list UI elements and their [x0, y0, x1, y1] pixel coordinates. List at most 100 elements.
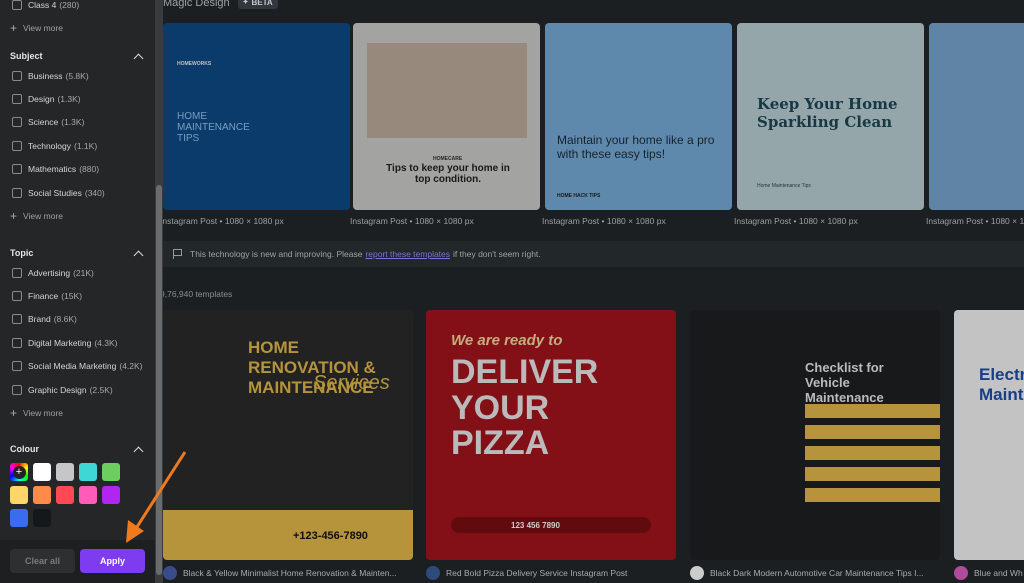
template-phone: +123-456-7890 — [293, 530, 368, 542]
view-more-label: View more — [23, 210, 64, 221]
template-title[interactable]: Black Dark Modern Automotive Car Mainten… — [690, 566, 924, 580]
colour-swatch[interactable] — [33, 463, 51, 481]
checkbox[interactable] — [12, 117, 22, 128]
option-label: Class 4 — [28, 0, 57, 10]
class-section: Class 4 (280) + View more — [10, 0, 145, 39]
checkbox[interactable] — [12, 94, 22, 105]
option-count: (5.8K) — [65, 70, 89, 81]
colour-swatch[interactable] — [56, 463, 74, 481]
option-count: (1.3K) — [57, 94, 81, 105]
creator-avatar[interactable] — [690, 566, 704, 580]
checkbox[interactable] — [12, 267, 22, 278]
checkbox[interactable] — [12, 384, 22, 395]
colour-swatch[interactable] — [33, 509, 51, 527]
checkbox[interactable] — [12, 0, 22, 10]
filter-option[interactable]: Graphic Design (2.5K) — [10, 378, 145, 401]
template-brand: HOMECARE — [433, 156, 463, 162]
option-label: Science — [28, 117, 59, 128]
creator-avatar[interactable] — [163, 566, 177, 580]
topic-header[interactable]: Topic — [10, 245, 145, 261]
magic-template-card[interactable]: HOME HACK TIPS Maintain your home like a … — [545, 23, 732, 210]
colour-swatch[interactable] — [33, 486, 51, 504]
template-brand: HOME HACK TIPS — [557, 193, 601, 199]
option-label: Finance — [28, 291, 59, 302]
magic-template-card[interactable]: HOMECARE Tips to keep your home in top co… — [353, 23, 540, 210]
checkbox[interactable] — [12, 361, 22, 372]
checkbox[interactable] — [12, 337, 22, 348]
filter-option[interactable]: Social Media Marketing (4.2K) — [10, 355, 145, 378]
colour-swatch[interactable] — [56, 486, 74, 504]
template-size-caption: Instagram Post • 1080 × 1080 px — [350, 216, 474, 226]
colour-swatch[interactable] — [102, 486, 120, 504]
template-footer-band — [163, 510, 413, 560]
filter-footer: Clear all Apply — [0, 540, 155, 583]
section-title: Magic Design — [163, 0, 230, 9]
filter-option[interactable]: Business (5.8K) — [10, 64, 145, 87]
clear-all-button[interactable]: Clear all — [10, 549, 75, 573]
magic-template-card[interactable]: HOMEWORKS HOME MAINTENANCE TIPS — [163, 23, 350, 210]
template-card[interactable]: Checklist for Vehicle Maintenance — [690, 310, 940, 560]
apply-button[interactable]: Apply — [80, 549, 145, 573]
template-title[interactable]: Black & Yellow Minimalist Home Renovatio… — [163, 566, 397, 580]
filter-option[interactable]: Science (1.3K) — [10, 111, 145, 134]
template-phone: 123 456 7890 — [511, 521, 560, 530]
checkbox[interactable] — [12, 314, 22, 325]
section-title: Subject — [10, 51, 43, 61]
magic-template-card[interactable]: Home Maintenance Tips Keep Your Home Spar… — [737, 23, 924, 210]
template-card[interactable]: HOME RENOVATION & MAINTENANCE Services +12… — [163, 310, 413, 560]
option-label: Digital Marketing — [28, 337, 92, 348]
subject-header[interactable]: Subject — [10, 48, 145, 64]
template-card[interactable]: Electric Mainte — [954, 310, 1024, 560]
colour-swatch[interactable] — [10, 486, 28, 504]
creator-avatar[interactable] — [954, 566, 968, 580]
template-title[interactable]: Red Bold Pizza Delivery Service Instagra… — [426, 566, 627, 580]
option-label: Mathematics — [28, 164, 77, 175]
filter-option[interactable]: Design (1.3K) — [10, 87, 145, 110]
filter-option[interactable]: Mathematics (880) — [10, 158, 145, 181]
chevron-up-icon[interactable] — [133, 250, 144, 260]
filter-option[interactable]: Class 4 (280) — [10, 0, 145, 16]
filter-option[interactable]: Finance (15K) — [10, 284, 145, 307]
filter-option[interactable]: Social Studies (340) — [10, 181, 145, 204]
filter-sidebar: Class 4 (280) + View more Subject Business… — [0, 0, 155, 583]
checkbox[interactable] — [12, 291, 22, 302]
checklist-row — [805, 467, 940, 481]
filter-option[interactable]: Technology (1.1K) — [10, 134, 145, 157]
colour-swatch[interactable] — [102, 463, 120, 481]
scrollbar-thumb[interactable] — [156, 185, 162, 575]
sidebar-scrollbar[interactable] — [155, 0, 163, 583]
plus-icon: + — [10, 208, 18, 223]
colour-swatch[interactable] — [10, 509, 28, 527]
view-more-button[interactable]: + View more — [10, 401, 145, 424]
checkbox[interactable] — [12, 164, 22, 175]
custom-colour-button[interactable]: + — [10, 463, 28, 481]
checkbox[interactable] — [12, 140, 22, 151]
template-card[interactable]: DELIVER YOUR PIZZA We are ready to 123 456… — [426, 310, 676, 560]
colour-swatch[interactable] — [79, 486, 97, 504]
checkbox[interactable] — [12, 70, 22, 81]
option-label: Brand — [28, 314, 51, 325]
chevron-up-icon[interactable] — [133, 446, 144, 456]
beta-label: BETA — [251, 0, 273, 7]
option-count: (15K) — [61, 291, 83, 302]
template-title[interactable]: Blue and Wh — [954, 566, 1023, 580]
template-script-text: Services — [313, 372, 390, 394]
checkbox[interactable] — [12, 187, 22, 198]
filter-option[interactable]: Brand (8.6K) — [10, 308, 145, 331]
template-title-text: Black & Yellow Minimalist Home Renovatio… — [183, 568, 397, 578]
magic-template-card[interactable] — [929, 23, 1024, 210]
checklist-row — [805, 446, 940, 460]
filter-option[interactable]: Advertising (21K) — [10, 261, 145, 284]
checklist-row — [805, 488, 940, 502]
report-templates-link[interactable]: report these templates — [365, 249, 450, 259]
option-label: Social Studies — [28, 187, 82, 198]
template-size-caption: Instagram Post • 1080 × 1080 px — [734, 216, 858, 226]
view-more-button[interactable]: + View more — [10, 16, 145, 39]
option-label: Business — [28, 70, 63, 81]
view-more-button[interactable]: + View more — [10, 204, 145, 227]
chevron-up-icon[interactable] — [133, 53, 144, 63]
colour-swatch[interactable] — [79, 463, 97, 481]
colour-header[interactable]: Colour — [10, 441, 145, 457]
creator-avatar[interactable] — [426, 566, 440, 580]
filter-option[interactable]: Digital Marketing (4.3K) — [10, 331, 145, 354]
